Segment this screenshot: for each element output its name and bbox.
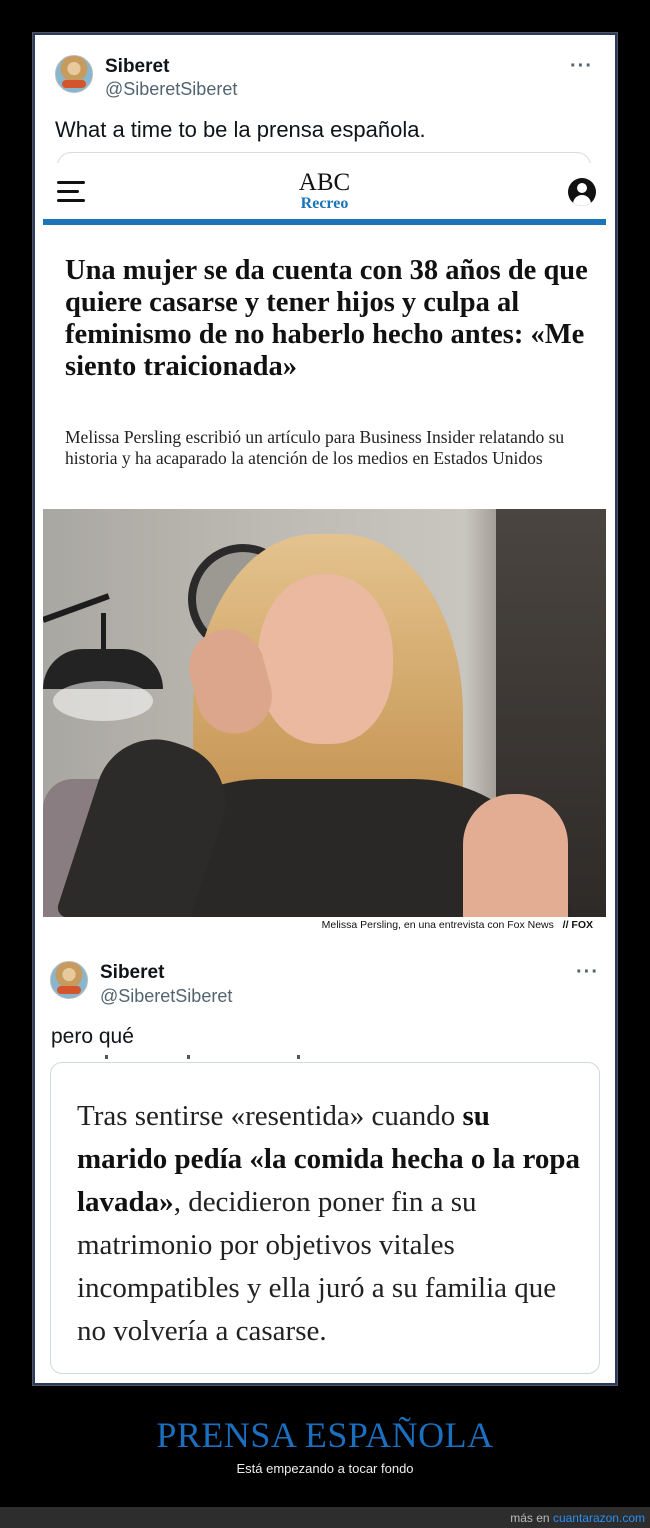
site-credit-prefix: más en: [510, 1511, 553, 1525]
abc-logo[interactable]: ABC: [43, 169, 606, 197]
tweet-author-handle[interactable]: @SiberetSiberet: [105, 79, 237, 100]
site-credit: más en cuantarazon.com: [510, 1511, 645, 1525]
tweet-author-name[interactable]: Siberet: [105, 56, 169, 78]
quote-card: Tras sentirse «resentida» cuando su mari…: [50, 1062, 600, 1374]
avatar[interactable]: [55, 55, 93, 93]
photo-face: [258, 574, 393, 744]
user-account-icon[interactable]: [568, 178, 596, 206]
article-header: ABC Recreo: [43, 163, 606, 225]
quote-text: Tras sentirse «resentida» cuando su mari…: [77, 1095, 587, 1353]
site-link[interactable]: cuantarazon.com: [553, 1511, 645, 1525]
caption-text: Melissa Persling, en una entrevista con …: [321, 919, 554, 931]
tweet-text: What a time to be la prensa española.: [55, 117, 426, 142]
quote-text-start: Tras sentirse «resentida» cuando: [77, 1100, 463, 1132]
more-options-icon[interactable]: ···: [570, 55, 593, 78]
photo-lamp-pole: [101, 613, 106, 653]
section-label[interactable]: Recreo: [43, 195, 606, 213]
caption-credit: // FOX: [562, 919, 593, 931]
article-headline: Una mujer se da cuenta con 38 años de qu…: [65, 255, 588, 382]
more-options-icon[interactable]: ···: [576, 961, 599, 984]
meme-title: PRENSA ESPAÑOLA: [156, 1415, 494, 1455]
tweet-author-handle[interactable]: @SiberetSiberet: [100, 986, 232, 1007]
tweet-author-name[interactable]: Siberet: [100, 962, 164, 984]
article-subhead: Melissa Persling escribió un artículo pa…: [65, 427, 565, 468]
photo-shoulder: [463, 794, 568, 917]
meme-subtitle: Está empezando a tocar fondo: [236, 1461, 414, 1476]
avatar[interactable]: [50, 961, 88, 999]
photo-lamp-arm: [43, 593, 110, 623]
header-accent-bar: [43, 219, 606, 225]
photo-caption: Melissa Persling, en una entrevista con …: [43, 919, 593, 931]
meme-frame: Siberet @SiberetSiberet ··· What a time …: [32, 32, 618, 1386]
site-footer-bar: más en cuantarazon.com: [0, 1507, 650, 1528]
cropped-text-remnant: [99, 1055, 309, 1059]
tweet-text: pero qué: [51, 1025, 134, 1048]
photo-lamp-glow: [53, 681, 153, 721]
article-photo: [43, 509, 606, 917]
